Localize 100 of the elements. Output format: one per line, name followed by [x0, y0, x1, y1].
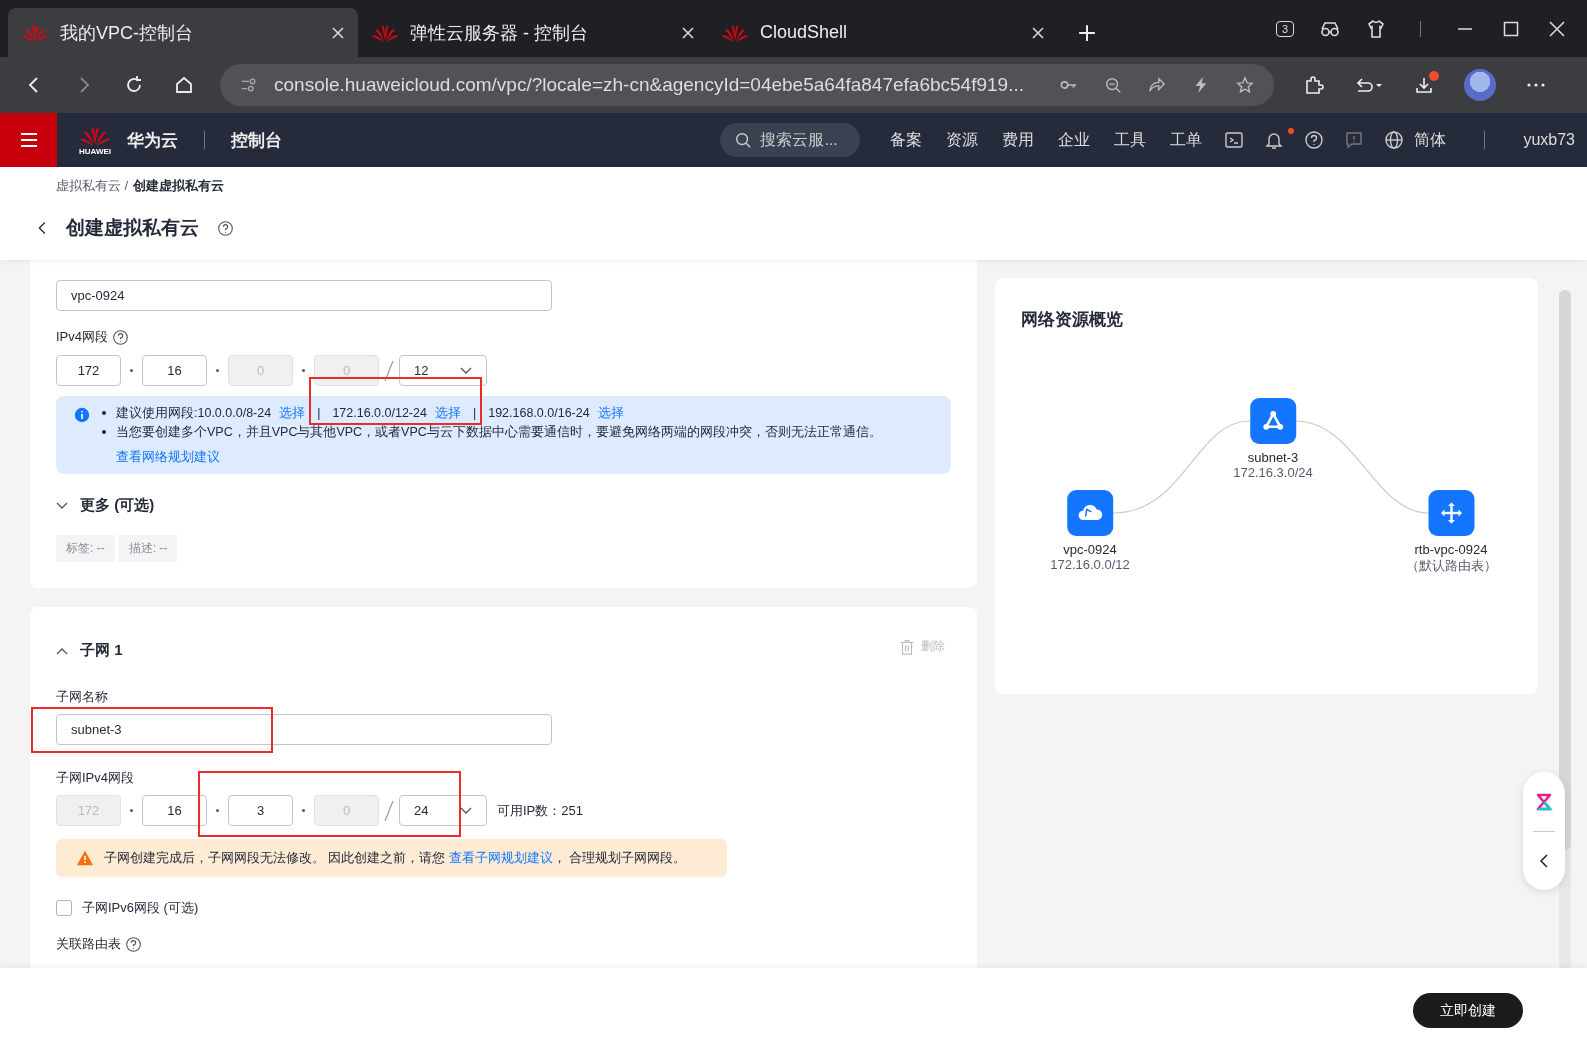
separator-dot — [216, 809, 219, 812]
range-text: 172.16.0.0/12-24 — [332, 405, 427, 421]
subnet-planning-link[interactable]: 查看子网规划建议 — [448, 850, 553, 865]
bullet-icon — [102, 430, 106, 434]
menu-button[interactable] — [0, 113, 57, 167]
trash-icon — [898, 637, 916, 656]
help-icon[interactable] — [125, 935, 142, 953]
help-icon[interactable] — [112, 328, 129, 346]
bell-icon[interactable] — [1264, 130, 1285, 150]
notification-dot — [1429, 71, 1439, 81]
mask-select[interactable]: 12 — [399, 355, 487, 386]
tag-chip: 描述: -- — [118, 535, 178, 562]
available-ip-count: 可用IP数：251 — [497, 801, 583, 820]
console-link[interactable]: 控制台 — [231, 128, 282, 152]
avatar[interactable] — [1464, 69, 1496, 101]
separator-dot — [130, 369, 133, 372]
planning-link[interactable]: 查看网络规划建议 — [102, 449, 882, 465]
scrollbar[interactable] — [1559, 290, 1571, 968]
field-label: 关联路由表 — [56, 935, 121, 953]
plus-icon[interactable] — [1078, 24, 1096, 42]
language-link[interactable]: 简体 — [1414, 129, 1447, 151]
field-label: IPv4网段 — [56, 328, 108, 346]
info-text: 当您要创建多个VPC，并且VPC与其他VPC，或者VPC与云下数据中心需要通信时，要避免网络两端的网段冲突，否则无法正常通信。 — [116, 424, 882, 440]
field-label: 子网IPv4网段 — [56, 769, 134, 787]
nav-item[interactable]: 工单 — [1170, 129, 1203, 151]
logo-caption: HUAWEI — [79, 146, 111, 156]
close-icon[interactable] — [1547, 18, 1567, 39]
terminal-icon[interactable] — [1224, 130, 1245, 150]
hourglass-logo-icon[interactable] — [1534, 791, 1554, 812]
notification-dot — [1288, 128, 1295, 134]
card-title: 网络资源概览 — [1021, 309, 1124, 331]
checkbox[interactable] — [56, 900, 72, 916]
search-input[interactable]: 搜索云服... — [758, 130, 853, 150]
select-link[interactable]: 选择 — [279, 405, 306, 421]
close-icon[interactable] — [1032, 26, 1044, 39]
site-settings-icon[interactable] — [240, 76, 258, 94]
breadcrumb-current: 创建虚拟私有云 — [133, 177, 225, 195]
tab-count[interactable]: 3 — [1275, 20, 1294, 37]
node-detail: （默认路由表） — [1405, 557, 1497, 575]
slash-icon — [384, 799, 394, 822]
nav-item[interactable]: 备案 — [890, 129, 923, 151]
search-field[interactable]: 搜索云服... — [720, 123, 861, 157]
star-icon[interactable] — [1236, 76, 1254, 94]
warning-text: 子网创建完成后，子网网段无法修改。 因此创建之前，请您 查看子网规划建议， 合理规划子网网段。 — [104, 849, 687, 867]
shirt-icon[interactable] — [1366, 18, 1386, 39]
chevron-icon — [56, 501, 68, 510]
info-text: 建议使用网段: — [116, 405, 198, 421]
subnet-name-field[interactable]: subnet-3 — [56, 714, 552, 745]
puzzle-icon[interactable] — [1304, 75, 1324, 95]
octet-field[interactable]: 172 — [56, 355, 121, 386]
menu-icon — [18, 130, 39, 150]
triangle-nodes-icon[interactable] — [1250, 398, 1296, 444]
close-icon[interactable] — [332, 26, 344, 39]
nav-item[interactable]: 工具 — [1114, 129, 1147, 151]
nav-item[interactable]: 资源 — [946, 129, 979, 151]
share-icon[interactable] — [1148, 76, 1166, 94]
undo-icon[interactable] — [1354, 75, 1384, 95]
select-link[interactable]: 选择 — [434, 405, 461, 421]
brand-name[interactable]: 华为云 — [127, 128, 178, 152]
zoom-out-icon[interactable] — [1104, 76, 1122, 94]
globe-icon[interactable] — [1384, 130, 1405, 150]
browser-tab[interactable]: 我的VPC-控制台 — [8, 8, 358, 57]
petal-logo-icon — [372, 22, 398, 43]
octet-field[interactable]: 16 — [142, 355, 207, 386]
reload-icon[interactable] — [124, 75, 144, 95]
node-name: subnet-3 — [1247, 450, 1299, 465]
caret-icon — [460, 806, 472, 815]
nav-item[interactable]: 费用 — [1002, 129, 1035, 151]
node-detail: 172.16.3.0/24 — [1233, 465, 1313, 480]
browser-tab[interactable]: 弹性云服务器 - 控制台 — [358, 8, 708, 57]
nav-item[interactable]: 企业 — [1058, 129, 1091, 151]
home-icon[interactable] — [174, 75, 194, 95]
checkbox-label[interactable]: 子网IPv6网段 (可选) — [82, 899, 199, 917]
cloud-icon[interactable] — [1067, 490, 1113, 536]
petal-logo-icon — [722, 22, 748, 43]
node-name: vpc-0924 — [1063, 542, 1117, 557]
close-icon[interactable] — [682, 26, 694, 39]
breadcrumb-link[interactable]: 虚拟私有云 / — [56, 177, 129, 195]
separator-text: | — [317, 405, 321, 421]
arrows-icon[interactable] — [1428, 490, 1474, 536]
user-name[interactable]: yuxb73 — [1523, 131, 1575, 149]
octet-field[interactable]: 16 — [142, 795, 207, 826]
separator-dot — [302, 809, 305, 812]
browser-tab[interactable]: CloudShell — [708, 8, 1058, 57]
page-title: 创建虚拟私有云 — [66, 216, 199, 240]
node-detail: 172.16.0.0/12 — [1050, 557, 1130, 572]
help-icon[interactable] — [217, 219, 234, 237]
select-link[interactable]: 选择 — [597, 405, 624, 421]
name-field[interactable]: vpc-0924 — [56, 280, 552, 311]
slash-icon — [384, 359, 394, 382]
tag-chip: 标签: -- — [56, 535, 115, 562]
feedback-icon[interactable] — [1344, 130, 1365, 150]
section-toggle[interactable]: 子网 1 — [56, 641, 123, 660]
address-field[interactable]: console.huaweicloud.com/vpc/?locale=zh-cn&agencyId=04ebe5a64fa847efa6bc54f919... — [220, 64, 1274, 106]
node-name: rtb-vpc-0924 — [1414, 542, 1488, 557]
octet-field[interactable]: 3 — [228, 795, 293, 826]
more-toggle[interactable]: 更多 (可选) — [56, 496, 951, 515]
create-button[interactable]: 立即创建 — [1413, 993, 1523, 1028]
download-icon[interactable] — [1414, 75, 1434, 95]
mask-select[interactable]: 24 — [399, 795, 487, 826]
